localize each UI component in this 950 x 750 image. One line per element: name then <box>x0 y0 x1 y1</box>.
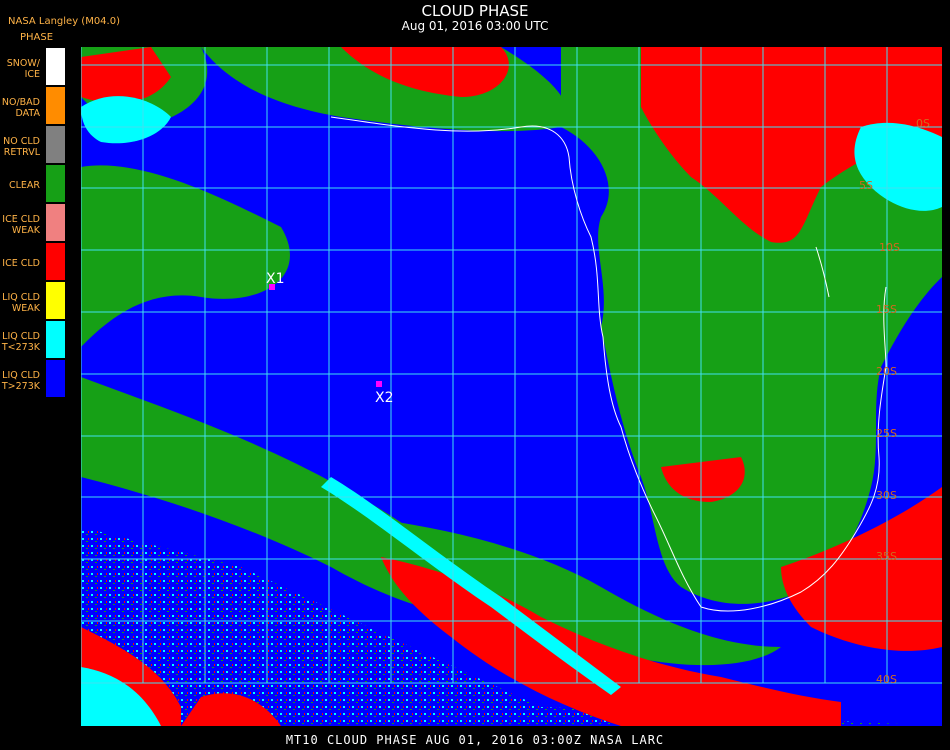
map-title: CLOUD PHASE <box>421 2 529 20</box>
legend-swatch <box>46 126 65 163</box>
lat-label: 35S <box>876 550 897 563</box>
marker-x2-dot <box>376 381 382 387</box>
legend-swatch <box>46 243 65 280</box>
legend-label: SNOW/ ICE <box>6 58 40 80</box>
lat-label: 30S <box>876 489 897 502</box>
legend-label: NO/BAD DATA <box>1 97 40 119</box>
legend-swatch <box>46 321 65 358</box>
legend-swatch <box>46 48 65 85</box>
lat-label: 0S <box>916 117 930 130</box>
cloud-phase-map[interactable]: 0S 5S 10S 15S 20S 25S 30S 35S 40S X1 X2 <box>81 47 942 726</box>
legend-swatch <box>46 87 65 124</box>
legend-label: CLEAR <box>8 180 40 191</box>
legend-label: LIQ CLD T>273K <box>1 370 40 392</box>
marker-x1-label: X1 <box>266 271 285 287</box>
lat-label: 10S <box>879 241 900 254</box>
legend-swatch <box>46 360 65 397</box>
lat-label: 25S <box>876 427 897 440</box>
map-footer: MT10 CLOUD PHASE AUG 01, 2016 03:00Z NAS… <box>285 733 665 747</box>
lat-label: 40S <box>876 673 897 686</box>
legend-title: PHASE <box>20 32 54 43</box>
legend-item-clear: CLEAR <box>0 165 66 202</box>
legend-label: NO CLD RETRVL <box>3 136 40 158</box>
lat-label: 15S <box>876 303 897 316</box>
legend-label: ICE CLD <box>2 258 40 269</box>
legend-item-ice-cld-weak: ICE CLD WEAK <box>0 204 66 241</box>
legend-label: LIQ CLD WEAK <box>2 292 40 314</box>
legend-item-liq-cld-weak: LIQ CLD WEAK <box>0 282 66 319</box>
legend-item-snow-ice: SNOW/ ICE <box>0 48 66 85</box>
lat-label: 5S <box>859 179 873 192</box>
legend-item-liq-cld-cold: LIQ CLD T<273K <box>0 321 66 358</box>
legend-label: ICE CLD WEAK <box>2 214 40 236</box>
legend-item-no-cld-retrvl: NO CLD RETRVL <box>0 126 66 163</box>
legend-item-liq-cld-warm: LIQ CLD T>273K <box>0 360 66 397</box>
legend-item-no-bad-data: NO/BAD DATA <box>0 87 66 124</box>
map-datetime: Aug 01, 2016 03:00 UTC <box>401 19 549 33</box>
legend-swatch <box>46 282 65 319</box>
lat-label: 20S <box>876 365 897 378</box>
legend-swatch <box>46 204 65 241</box>
legend-label: LIQ CLD T<273K <box>1 331 40 353</box>
legend-swatch <box>46 165 65 202</box>
marker-x2-label: X2 <box>375 390 394 406</box>
legend-item-ice-cld: ICE CLD <box>0 243 66 280</box>
